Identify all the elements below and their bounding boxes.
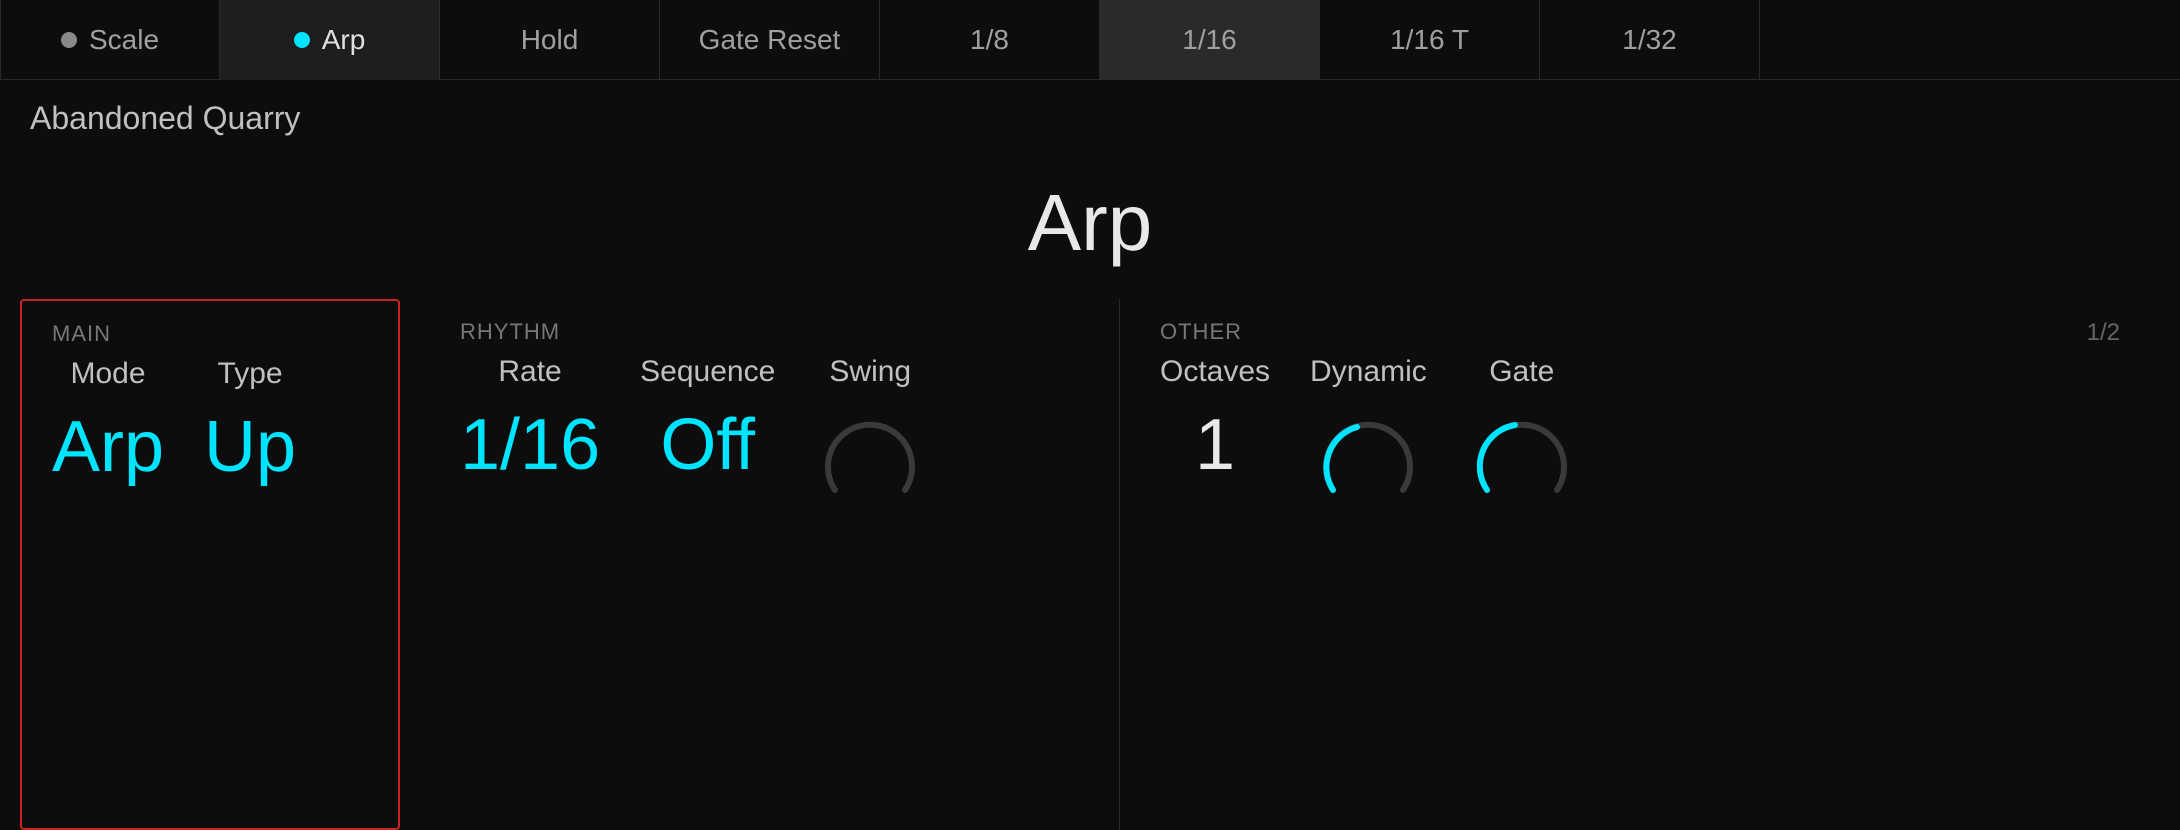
preset-name: Abandoned Quarry: [0, 80, 2180, 157]
scale-dot-icon: [61, 32, 77, 48]
mode-control[interactable]: Mode Arp: [52, 357, 164, 483]
rate-value: 1/16: [460, 409, 600, 481]
nav-rate-sixteenth-t-button[interactable]: 1/16 T: [1320, 0, 1540, 80]
arp-dot-icon: [294, 32, 310, 48]
type-control[interactable]: Type Up: [204, 357, 296, 483]
controls-row: MAIN Mode Arp Type Up RHYTHM Rate 1/16: [0, 299, 2180, 830]
rhythm-section: RHYTHM Rate 1/16 Sequence Off Swing: [420, 299, 1120, 830]
nav-scale-button[interactable]: Scale: [0, 0, 220, 80]
octaves-value: 1: [1195, 409, 1235, 481]
nav-gate-reset-label: Gate Reset: [699, 24, 841, 56]
dynamic-control[interactable]: Dynamic: [1310, 355, 1427, 515]
sequence-value: Off: [660, 409, 755, 481]
type-value: Up: [204, 411, 296, 483]
nav-rate-sixteenth-button[interactable]: 1/16: [1100, 0, 1320, 80]
main-content: Abandoned Quarry Arp MAIN Mode Arp Type …: [0, 80, 2180, 830]
sequence-label: Sequence: [640, 355, 775, 389]
main-section-label: MAIN: [52, 321, 368, 347]
main-section: MAIN Mode Arp Type Up: [20, 299, 400, 830]
rate-label: Rate: [498, 355, 561, 389]
other-section-label: OTHER: [1160, 319, 2120, 345]
octaves-control[interactable]: Octaves 1: [1160, 355, 1270, 481]
rhythm-section-controls: Rate 1/16 Sequence Off Swing: [460, 355, 1079, 515]
nav-arp-button[interactable]: Arp: [220, 0, 440, 80]
nav-rate-sixteenth-label: 1/16: [1182, 24, 1237, 56]
main-section-controls: Mode Arp Type Up: [52, 357, 368, 483]
nav-hold-button[interactable]: Hold: [440, 0, 660, 80]
nav-rate-eighth-button[interactable]: 1/8: [880, 0, 1100, 80]
dynamic-knob[interactable]: [1313, 405, 1423, 515]
swing-label: Swing: [829, 355, 911, 389]
dynamic-label: Dynamic: [1310, 355, 1427, 389]
rhythm-section-label: RHYTHM: [460, 319, 1079, 345]
gate-control[interactable]: Gate: [1467, 355, 1577, 515]
swing-control[interactable]: Swing: [815, 355, 925, 515]
nav-arp-label: Arp: [322, 24, 366, 56]
sequence-control[interactable]: Sequence Off: [640, 355, 775, 481]
gate-label: Gate: [1489, 355, 1554, 389]
mode-label: Mode: [71, 357, 146, 391]
swing-knob[interactable]: [815, 405, 925, 515]
nav-gate-reset-button[interactable]: Gate Reset: [660, 0, 880, 80]
rate-control[interactable]: Rate 1/16: [460, 355, 600, 481]
nav-rate-thirtysecond-button[interactable]: 1/32: [1540, 0, 1760, 80]
nav-hold-label: Hold: [521, 24, 579, 56]
nav-rate-sixteenth-t-label: 1/16 T: [1390, 24, 1469, 56]
octaves-label: Octaves: [1160, 355, 1270, 389]
other-section: OTHER 1/2 Octaves 1 Dynamic: [1120, 299, 2160, 830]
type-label: Type: [218, 357, 283, 391]
gate-knob[interactable]: [1467, 405, 1577, 515]
page-indicator: 1/2: [2087, 319, 2120, 347]
mode-value: Arp: [52, 411, 164, 483]
other-section-controls: Octaves 1 Dynamic Gate: [1160, 355, 2120, 515]
nav-rate-eighth-label: 1/8: [970, 24, 1009, 56]
arp-heading: Arp: [0, 157, 2180, 299]
nav-scale-label: Scale: [89, 24, 159, 56]
nav-rate-thirtysecond-label: 1/32: [1622, 24, 1677, 56]
top-navigation: Scale Arp Hold Gate Reset 1/8 1/16 1/16 …: [0, 0, 2180, 80]
